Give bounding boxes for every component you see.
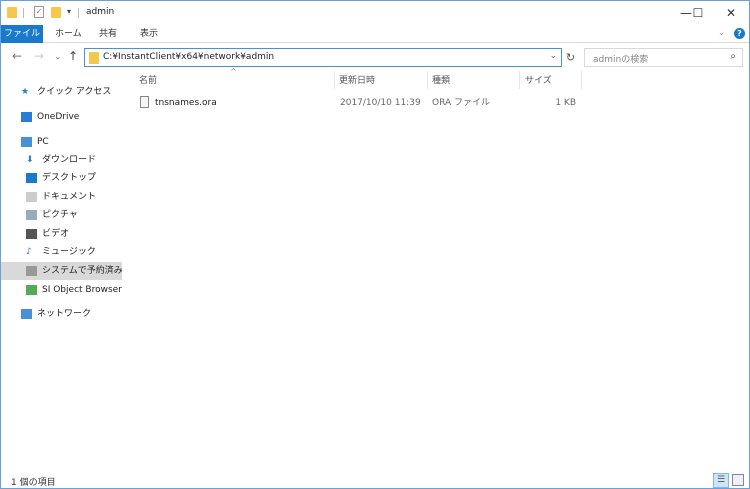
search-input[interactable]: adminの検索 ⌕	[584, 48, 743, 67]
nav-item-label: ドキュメント	[42, 192, 97, 202]
nav-item[interactable]: OneDrive	[1, 108, 122, 126]
computer-icon	[21, 137, 32, 147]
cloud-icon	[21, 112, 32, 122]
up-icon[interactable]: ↑	[66, 49, 80, 63]
file-type: ORA ファイル	[432, 98, 490, 108]
star-icon: ★	[21, 87, 30, 97]
explorer-window: ✓ ▾ admin — ☐ ✕ ファイル ホーム 共有 表示 ⌄ ? ← → ⌄…	[0, 0, 750, 489]
music-icon: ♪	[26, 247, 32, 257]
tab-share[interactable]: 共有	[91, 25, 125, 43]
close-icon[interactable]: ✕	[711, 1, 750, 25]
address-path[interactable]: C:¥InstantClient¥x64¥network¥admin	[103, 52, 274, 62]
column-divider[interactable]	[519, 71, 520, 89]
column-divider[interactable]	[581, 71, 582, 89]
nav-item-label: デスクトップ	[42, 173, 97, 183]
file-icon	[140, 96, 149, 108]
file-modified: 2017/10/10 11:39	[340, 98, 421, 108]
nav-item[interactable]: SI Object Browser (¥	[1, 281, 122, 299]
nav-item-label: ネットワーク	[37, 309, 92, 319]
chevron-down-icon[interactable]: ⌄	[549, 51, 557, 61]
sort-ascending-icon: ^	[230, 67, 237, 76]
folder-icon	[89, 52, 99, 64]
status-item-count: 1 個の項目	[11, 478, 56, 488]
nav-item[interactable]: ビデオ	[1, 225, 122, 243]
column-divider[interactable]	[427, 71, 428, 89]
desktop-icon	[26, 173, 37, 183]
network-icon	[21, 309, 32, 319]
nav-item[interactable]: ⬇ ダウンロード	[1, 151, 122, 169]
properties-icon[interactable]: ✓	[34, 6, 44, 18]
nav-item-label: ミュージック	[42, 247, 96, 257]
nav-item-label: PC	[37, 137, 49, 147]
nav-item-label: クイック アクセス	[37, 87, 112, 97]
nav-item-label: ダウンロード	[42, 155, 97, 165]
nav-item[interactable]: ネットワーク	[1, 305, 122, 323]
nav-item-label: OneDrive	[37, 112, 80, 122]
nav-item-label: ビデオ	[42, 229, 70, 239]
file-size: 1 KB	[555, 98, 576, 108]
window-title: admin	[86, 7, 115, 17]
drive-icon	[26, 266, 37, 276]
help-icon[interactable]: ?	[734, 28, 745, 39]
document-icon	[26, 192, 37, 202]
refresh-icon[interactable]: ↻	[562, 48, 579, 67]
nav-item[interactable]: ドキュメント	[1, 188, 122, 206]
title-bar: ✓ ▾ admin — ☐ ✕	[1, 1, 749, 25]
address-bar[interactable]: C:¥InstantClient¥x64¥network¥admin ⌄	[84, 48, 562, 67]
nav-item[interactable]: システムで予約済み (	[1, 262, 122, 280]
column-header-size[interactable]: サイズ	[525, 73, 552, 89]
nav-item[interactable]: ピクチャ	[1, 206, 122, 224]
nav-item[interactable]: ♪ ミュージック	[1, 243, 122, 261]
tab-file[interactable]: ファイル	[1, 25, 43, 43]
download-icon: ⬇	[26, 155, 34, 165]
column-header-name[interactable]: 名前	[139, 73, 157, 89]
forward-icon[interactable]: →	[32, 49, 46, 63]
nav-item[interactable]: PC	[1, 133, 122, 151]
recent-locations-icon[interactable]: ⌄	[51, 52, 65, 61]
folder-icon	[7, 7, 17, 18]
large-icons-view-icon[interactable]	[732, 474, 744, 486]
details-view-icon[interactable]: ☰	[713, 473, 729, 488]
nav-item-label: システムで予約済み (	[42, 266, 122, 276]
divider	[78, 8, 79, 18]
network-drive-icon	[26, 285, 37, 295]
divider	[23, 8, 24, 18]
nav-item[interactable]: ★ クイック アクセス	[1, 83, 122, 101]
column-header-modified[interactable]: 更新日時	[339, 73, 375, 89]
file-name[interactable]: tnsnames.ora	[155, 96, 217, 110]
tab-view[interactable]: 表示	[132, 25, 166, 43]
picture-icon	[26, 210, 37, 220]
new-folder-icon[interactable]	[51, 7, 61, 18]
column-header-type[interactable]: 種類	[432, 73, 450, 89]
search-placeholder: adminの検索	[593, 55, 649, 65]
nav-item[interactable]: デスクトップ	[1, 169, 122, 187]
tab-home[interactable]: ホーム	[47, 25, 90, 43]
nav-item-label: SI Object Browser (¥	[42, 285, 122, 295]
video-icon	[26, 229, 37, 239]
search-icon[interactable]: ⌕	[730, 51, 736, 62]
nav-item-label: ピクチャ	[42, 210, 78, 220]
customize-toolbar-icon[interactable]: ▾	[67, 7, 71, 16]
column-divider[interactable]	[334, 71, 335, 89]
ribbon-tabs: ファイル ホーム 共有 表示 ⌄ ?	[1, 25, 749, 43]
expand-ribbon-icon[interactable]: ⌄	[718, 28, 725, 37]
back-icon[interactable]: ←	[10, 49, 24, 63]
